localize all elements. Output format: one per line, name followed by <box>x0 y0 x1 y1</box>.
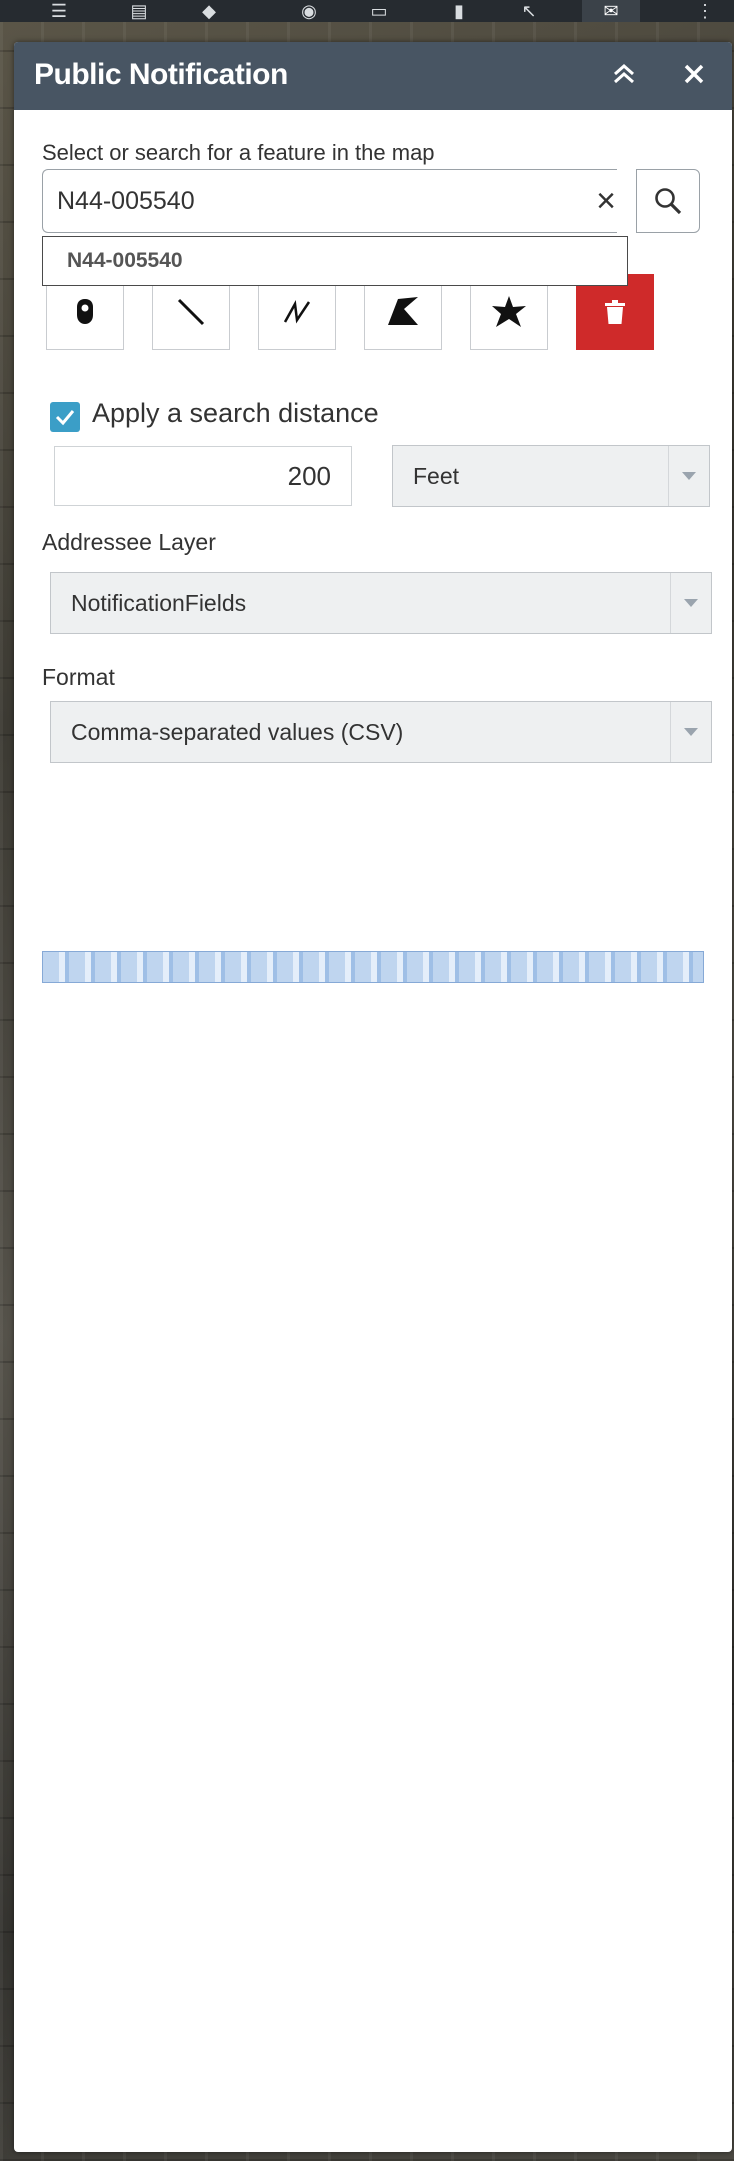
close-icon[interactable] <box>674 54 714 94</box>
chevron-down-icon <box>670 702 711 762</box>
format-value: Comma-separated values (CSV) <box>71 719 404 745</box>
panel-title: Public Notification <box>34 58 288 91</box>
print-icon[interactable]: ▭ <box>350 0 408 22</box>
distance-input[interactable]: 200 <box>54 446 352 506</box>
layer-list-icon[interactable]: ☰ <box>30 0 88 22</box>
trash-icon <box>605 300 625 324</box>
map-toolbar: ☰ ▤ ◆ ◉ ▭ ▮ ↖ ✉ ⋮ <box>0 0 734 22</box>
polyline-icon <box>283 300 311 324</box>
distance-unit-value: Feet <box>413 463 460 489</box>
addressee-layer-value: NotificationFields <box>71 590 247 616</box>
clear-icon[interactable]: × <box>589 184 623 218</box>
search-button[interactable] <box>636 169 700 233</box>
feature-search-box: × <box>42 169 617 233</box>
star-icon <box>492 296 526 327</box>
query-icon[interactable]: ▤ <box>110 0 168 22</box>
freehand-polygon-icon <box>388 297 418 325</box>
addressee-layer-select[interactable]: NotificationFields <box>50 572 712 634</box>
search-suggestion[interactable]: N44-005540 <box>42 236 628 286</box>
chevron-down-icon <box>670 573 711 633</box>
check-icon <box>55 410 75 426</box>
loading-progress-bar <box>42 951 704 983</box>
pointer-icon[interactable]: ↖ <box>500 0 558 22</box>
addressee-layer-label: Addressee Layer <box>42 529 216 555</box>
suggestion-text: N44-005540 <box>67 249 183 272</box>
point-icon <box>77 299 93 324</box>
apply-distance-label: Apply a search distance <box>92 398 379 428</box>
search-icon <box>655 188 682 215</box>
feature-search-input[interactable] <box>55 182 559 220</box>
mail-icon[interactable]: ✉ <box>582 0 640 22</box>
feature-search-label: Select or search for a feature in the ma… <box>42 140 435 165</box>
apply-distance-checkbox[interactable] <box>50 402 80 432</box>
format-select[interactable]: Comma-separated values (CSV) <box>50 701 712 763</box>
more-icon[interactable]: ⋮ <box>676 0 734 22</box>
public-notification-panel: Public Notification Select or search for… <box>14 42 732 2152</box>
format-label: Format <box>42 664 115 690</box>
collapse-icon[interactable] <box>604 54 644 94</box>
distance-unit-select[interactable]: Feet <box>392 445 710 507</box>
pin-icon[interactable]: ▮ <box>430 0 488 22</box>
panel-header: Public Notification <box>14 42 732 110</box>
line-icon <box>177 298 205 326</box>
distance-value: 200 <box>287 461 331 491</box>
visibility-icon[interactable]: ◉ <box>280 0 338 22</box>
bookmark-diamond-icon[interactable]: ◆ <box>180 0 238 22</box>
chevron-down-icon <box>668 446 709 506</box>
